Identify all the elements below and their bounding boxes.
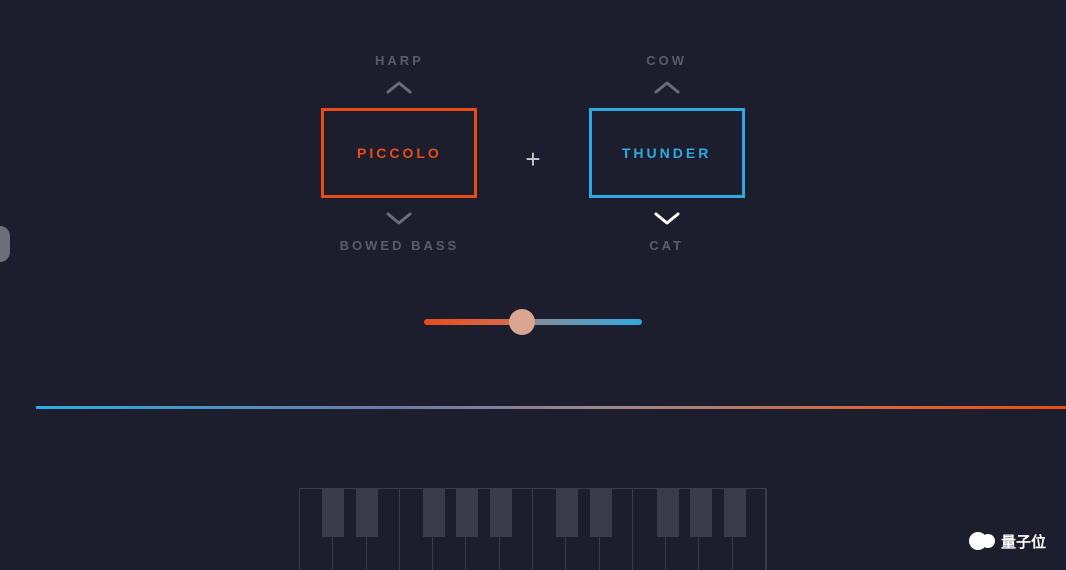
blend-track-right [522,319,642,325]
chevron-down-icon[interactable] [385,210,413,226]
black-key[interactable] [690,489,712,537]
black-key[interactable] [657,489,679,537]
left-sound-selector: HARP PICCOLO BOWED BASS [321,53,477,253]
chevron-down-icon[interactable] [653,210,681,226]
black-key[interactable] [724,489,746,537]
left-sound-box[interactable]: PICCOLO [321,108,477,198]
spectrum-line [36,406,1066,409]
black-key[interactable] [423,489,445,537]
wechat-icon [969,530,995,552]
piano-keyboard[interactable] [299,488,767,570]
left-sound-value: PICCOLO [357,145,442,161]
blend-track-left [424,319,522,325]
black-key[interactable] [590,489,612,537]
black-key[interactable] [456,489,478,537]
chevron-up-icon[interactable] [653,80,681,96]
right-sound-value: THUNDER [622,145,711,161]
right-prev-label: COW [646,53,687,68]
blend-slider[interactable] [424,318,642,326]
right-sound-selector: COW THUNDER CAT [589,53,745,253]
combine-plus: + [525,144,540,175]
right-sound-box[interactable]: THUNDER [589,108,745,198]
black-key[interactable] [356,489,378,537]
right-next-label: CAT [649,238,684,253]
blend-handle[interactable] [509,309,535,335]
left-prev-label: HARP [375,53,424,68]
sound-selectors-row: HARP PICCOLO BOWED BASS + COW THUNDER CA… [0,53,1066,253]
black-key[interactable] [322,489,344,537]
left-next-label: BOWED BASS [340,238,460,253]
chevron-up-icon[interactable] [385,80,413,96]
black-key[interactable] [556,489,578,537]
watermark: 量子位 [969,530,1046,552]
watermark-text: 量子位 [1001,531,1046,552]
black-key[interactable] [490,489,512,537]
